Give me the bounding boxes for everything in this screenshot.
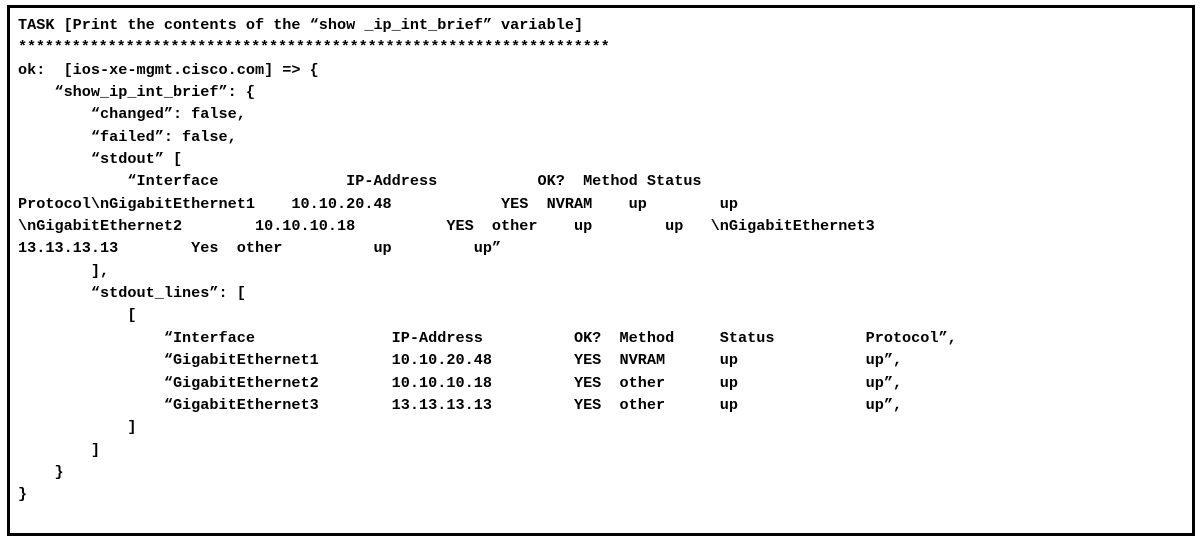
console-line-inner-array-close: ] <box>18 418 137 437</box>
console-line-failed: “failed”: false, <box>18 127 237 146</box>
console-line-separator: ****************************************… <box>18 38 610 57</box>
console-line-host-result: ok: [ios-xe-mgmt.cisco.com] => { <box>18 60 319 79</box>
console-line-stdout-close: ], <box>18 261 110 280</box>
console-line-stdout-lines-open: “stdout_lines”: [ <box>18 284 246 303</box>
console-line-stdout-wrap-2: \nGigabitEthernet2 10.10.10.18 YES other… <box>18 217 875 236</box>
console-line-variable-open: “show_ip_int_brief”: { <box>18 83 255 102</box>
console-line-changed: “changed”: false, <box>18 105 246 124</box>
terminal-frame: TASK [Print the contents of the “show _i… <box>7 5 1195 536</box>
console-line-inner-array-open: [ <box>18 306 137 325</box>
console-line-table-row-1: “GigabitEthernet1 10.10.20.48 YES NVRAM … <box>18 351 903 370</box>
console-line-root-close: } <box>18 485 28 504</box>
console-line-table-row-2: “GigabitEthernet2 10.10.10.18 YES other … <box>18 373 903 392</box>
console-line-table-row-3: “GigabitEthernet3 13.13.13.13 YES other … <box>18 395 903 414</box>
console-line-stdout-wrap-1: Protocol\nGigabitEthernet1 10.10.20.48 Y… <box>18 194 739 213</box>
console-output[interactable]: TASK [Print the contents of the “show _i… <box>10 8 1192 533</box>
console-line-table-header: “Interface IP-Address OK? Method Status … <box>18 328 957 347</box>
console-line-stdout-header: “Interface IP-Address OK? Method Status <box>18 172 702 191</box>
console-line-stdout-open: “stdout” [ <box>18 150 183 169</box>
console-line-variable-close: } <box>18 462 64 481</box>
console-line-task-header: TASK [Print the contents of the “show _i… <box>18 16 584 34</box>
console-line-stdout-wrap-3: 13.13.13.13 Yes other up up” <box>18 239 502 258</box>
console-line-stdout-lines-close: ] <box>18 440 101 459</box>
